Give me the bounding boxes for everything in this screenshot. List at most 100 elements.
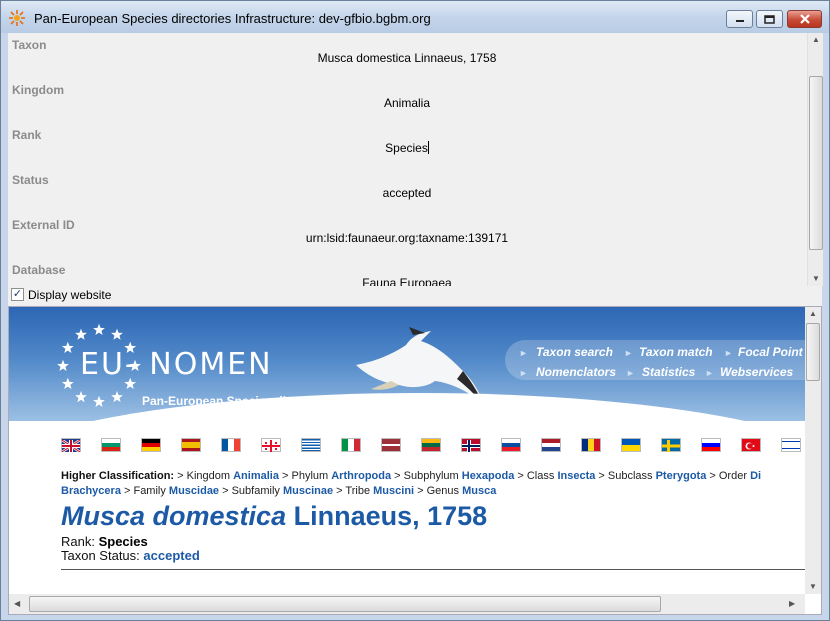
classification-link[interactable]: Muscinae (283, 485, 333, 497)
scroll-left-icon[interactable]: ◀ (14, 599, 20, 608)
web-horizontal-scrollbar[interactable]: ◀ ▶ (9, 594, 805, 614)
eu-star-icon (61, 341, 74, 353)
eu-star-icon (75, 328, 87, 340)
maximize-button[interactable] (756, 10, 783, 28)
classification-link[interactable]: Muscini (373, 485, 414, 497)
nav-statistics[interactable]: Statistics (642, 365, 695, 379)
eu-star-icon (61, 377, 74, 389)
flag-it-icon[interactable] (341, 438, 361, 452)
flag-il-icon[interactable] (781, 438, 801, 452)
rank-value-text: Species (385, 141, 428, 155)
display-website-checkbox[interactable]: ✓ (11, 288, 24, 301)
app-icon (9, 10, 25, 26)
rank-label: Rank (12, 128, 42, 142)
nav-taxon-search[interactable]: Taxon search (536, 345, 613, 359)
status-line-label: Taxon Status: (61, 548, 140, 563)
species-heading: Musca domestica Linnaeus, 1758 (61, 501, 487, 532)
rank-line-value: Species (98, 534, 148, 549)
flag-ro-icon[interactable] (581, 438, 601, 452)
classification-link[interactable]: Di (750, 470, 761, 482)
display-website-label[interactable]: Display website (28, 288, 111, 302)
divider (61, 569, 805, 570)
classification-link[interactable]: Musca (462, 485, 496, 497)
nav-focal-point[interactable]: Focal Point (738, 345, 803, 359)
scroll-right-icon[interactable]: ▶ (789, 599, 795, 608)
classification-rank: > Phylum (278, 470, 332, 482)
minimize-button[interactable] (726, 10, 753, 28)
eu-star-icon (93, 323, 105, 335)
eu-star-icon (111, 328, 123, 340)
nav-taxon-match[interactable]: Taxon match (639, 345, 713, 359)
flag-de-icon[interactable] (141, 438, 161, 452)
scroll-down-icon[interactable]: ▼ (809, 582, 817, 591)
database-value[interactable]: Fauna Europaea (8, 276, 806, 286)
classification-rank: > Tribe (333, 485, 374, 497)
species-name: Musca domestica (61, 501, 287, 531)
classification-rank: > Genus (414, 485, 463, 497)
flag-uk-icon[interactable] (61, 438, 81, 454)
flag-fr-icon[interactable] (221, 438, 241, 452)
web-vertical-scrollbar[interactable]: ▲ ▼ (805, 307, 821, 594)
app-window: Pan-European Species directories Infrast… (0, 0, 830, 621)
classification-link[interactable]: Muscidae (169, 485, 219, 497)
eu-star-icon (111, 391, 123, 403)
classification-link[interactable]: Brachycera (61, 485, 121, 497)
kingdom-label: Kingdom (12, 83, 64, 97)
classification-rank: > Family (120, 485, 169, 497)
taxon-value[interactable]: Musca domestica Linnaeus, 1758 (8, 51, 806, 65)
scrollbar-thumb[interactable] (29, 596, 661, 612)
nav-webservices[interactable]: Webservices (720, 365, 793, 379)
kingdom-value[interactable]: Animalia (8, 96, 806, 110)
text-cursor (427, 141, 429, 154)
flag-nl-icon[interactable] (541, 438, 561, 452)
classification-link[interactable]: Pterygota (656, 470, 707, 482)
classification-rank: > Subclass (595, 470, 656, 482)
classification-rank: > Class (514, 470, 558, 482)
flag-no-icon[interactable] (461, 438, 481, 452)
eu-star-icon (57, 359, 69, 371)
close-button[interactable] (787, 10, 822, 28)
species-author: Linnaeus, 1758 (293, 501, 488, 531)
classification-link[interactable]: Arthropoda (331, 470, 391, 482)
flag-es-icon[interactable] (181, 438, 201, 452)
flag-ua-icon[interactable] (621, 438, 641, 452)
properties-scrollbar[interactable]: ▲ ▼ (807, 33, 823, 286)
site-logo[interactable]: EU- NOMEN (80, 347, 273, 382)
rank-value[interactable]: Species (8, 141, 806, 155)
flag-se-icon[interactable] (661, 438, 681, 452)
nav-nomenclators[interactable]: Nomenclators (536, 365, 616, 379)
classification-line-1: Higher Classification: > Kingdom Animali… (61, 469, 805, 484)
window-title: Pan-European Species directories Infrast… (34, 11, 431, 26)
database-label: Database (12, 263, 66, 277)
scrollbar-thumb[interactable] (809, 76, 823, 250)
flag-si-icon[interactable] (701, 438, 721, 452)
flag-tr-icon[interactable] (741, 438, 761, 452)
higher-classification: Higher Classification: > Kingdom Animali… (61, 469, 805, 499)
scroll-up-icon[interactable]: ▲ (809, 309, 817, 318)
scroll-down-icon[interactable]: ▼ (808, 272, 824, 286)
status-value[interactable]: accepted (8, 186, 806, 200)
rank-line: Rank: Species (61, 534, 148, 549)
flag-ge-icon[interactable] (261, 438, 281, 452)
status-line: Taxon Status: accepted (61, 548, 200, 563)
external-id-value[interactable]: urn:lsid:faunaeur.org:taxname:139171 (8, 231, 806, 245)
classification-link[interactable]: Hexapoda (462, 470, 515, 482)
minimize-icon (727, 11, 752, 27)
web-view: EU- NOMEN Pan-European Species directori… (8, 306, 822, 615)
flag-bg-icon[interactable] (101, 438, 121, 452)
status-line-value[interactable]: accepted (143, 548, 199, 563)
nav-arrow-icon: ► (705, 368, 714, 378)
flag-lt-icon[interactable] (421, 438, 441, 452)
flag-gr-icon[interactable] (301, 438, 321, 452)
classification-link[interactable]: Animalia (233, 470, 279, 482)
scrollbar-thumb[interactable] (806, 323, 820, 381)
maximize-icon (757, 11, 782, 27)
classification-rank: > Subphylum (391, 470, 462, 482)
title-bar[interactable]: Pan-European Species directories Infrast… (1, 1, 829, 33)
flag-lv-icon[interactable] (381, 438, 401, 452)
properties-panel: Taxon Musca domestica Linnaeus, 1758 Kin… (8, 33, 822, 286)
flag-sk-icon[interactable] (501, 438, 521, 452)
scroll-up-icon[interactable]: ▲ (808, 33, 824, 47)
classification-link[interactable]: Insecta (557, 470, 595, 482)
status-label: Status (12, 173, 49, 187)
